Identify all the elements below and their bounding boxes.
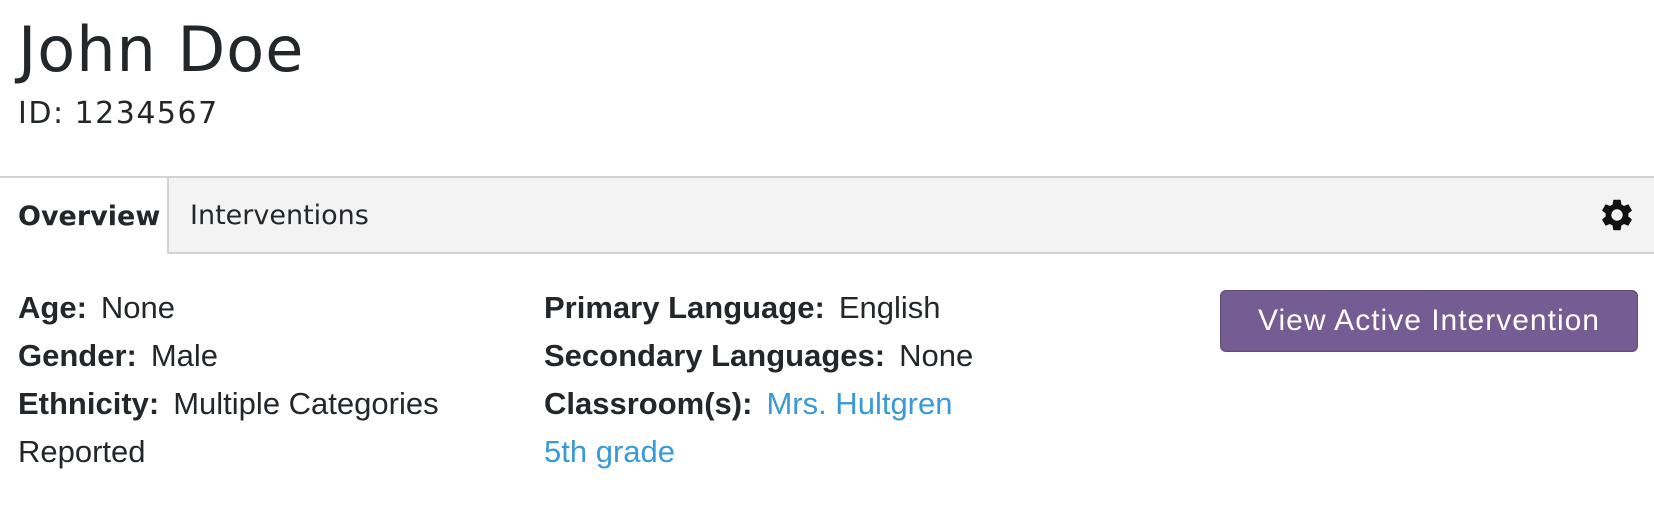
primary-language-value: English: [838, 290, 941, 325]
secondary-languages-label: Secondary Languages:: [544, 338, 886, 373]
ethnicity-row: Ethnicity: Multiple Categories Reported: [18, 380, 488, 476]
settings-button[interactable]: [1598, 196, 1636, 234]
tab-overview[interactable]: Overview: [0, 178, 169, 254]
student-header: John Doe ID: 1234567: [0, 0, 1654, 178]
tab-bar: Overview Interventions: [0, 178, 1654, 254]
ethnicity-label: Ethnicity:: [18, 386, 160, 421]
classroom-link-hultgren[interactable]: Mrs. Hultgren: [766, 386, 952, 421]
tab-strip: Interventions: [169, 178, 1654, 254]
student-id-label: ID:: [18, 96, 65, 131]
classroom-link-grade[interactable]: 5th grade: [544, 434, 675, 469]
gender-value: Male: [150, 338, 219, 373]
student-id-value: 1234567: [74, 96, 219, 131]
age-label: Age:: [18, 290, 87, 325]
secondary-languages-value: None: [899, 338, 974, 373]
gear-icon: [1602, 199, 1632, 231]
student-name: John Doe: [18, 13, 305, 86]
tab-interventions[interactable]: Interventions: [169, 200, 369, 231]
primary-language-label: Primary Language:: [544, 290, 825, 325]
classrooms-row: Classroom(s): Mrs. Hultgren: [544, 380, 1104, 428]
gender-row: Gender: Male: [18, 332, 488, 380]
student-id: ID: 1234567: [18, 94, 219, 134]
classrooms-label: Classroom(s):: [544, 386, 753, 421]
language-classroom-column: Primary Language: English Secondary Langu…: [544, 284, 1104, 476]
gender-label: Gender:: [18, 338, 137, 373]
primary-language-row: Primary Language: English: [544, 284, 1104, 332]
classrooms-row-2: 5th grade: [544, 428, 1104, 476]
age-row: Age: None: [18, 284, 488, 332]
age-value: None: [100, 290, 175, 325]
overview-panel: Age: None Gender: Male Ethnicity: Multiple …: [0, 254, 1654, 518]
demographics-column: Age: None Gender: Male Ethnicity: Multiple …: [18, 284, 488, 476]
secondary-languages-row: Secondary Languages: None: [544, 332, 1104, 380]
view-active-intervention-button[interactable]: View Active Intervention: [1220, 290, 1638, 352]
